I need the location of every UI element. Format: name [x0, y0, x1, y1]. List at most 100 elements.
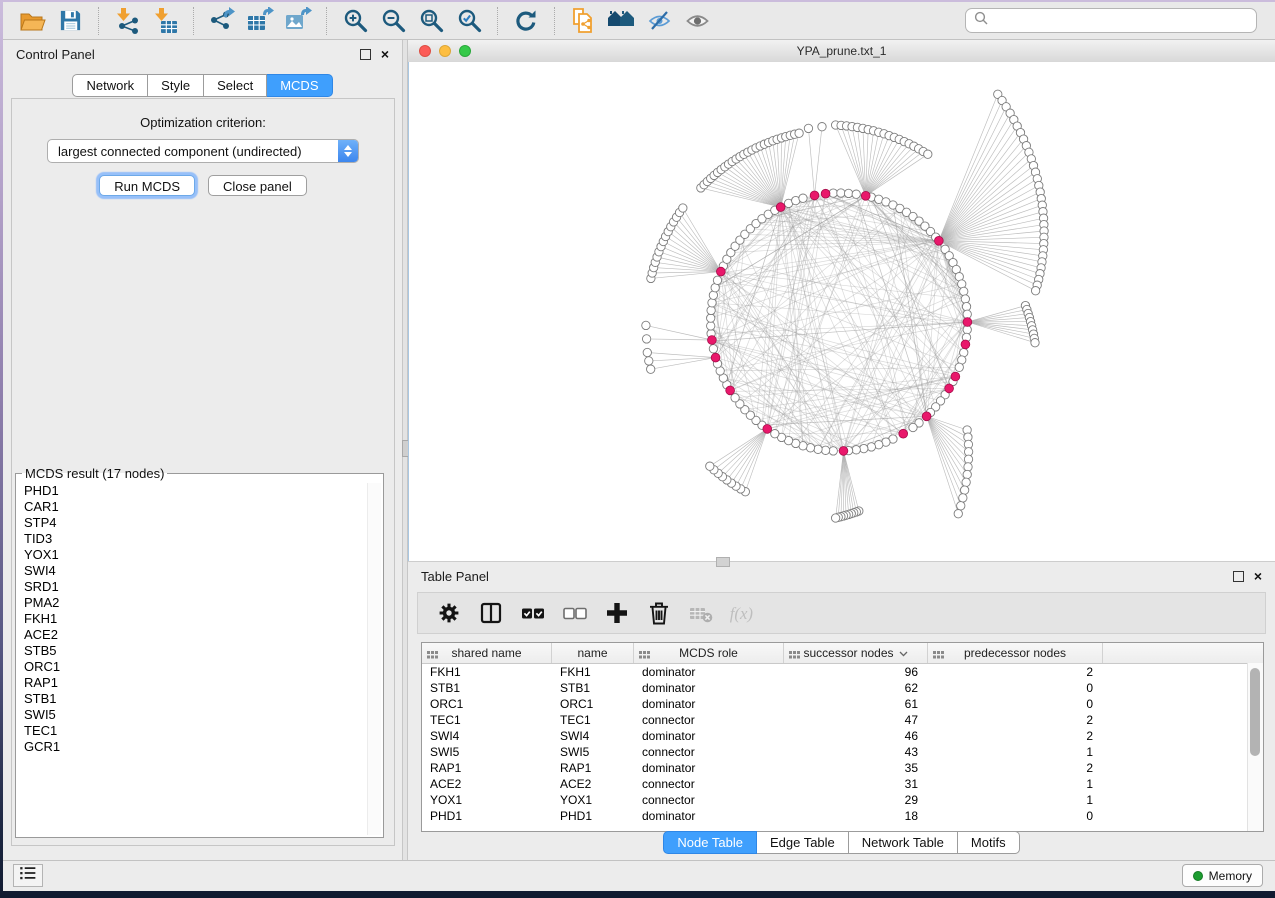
- table-row[interactable]: ACE2ACE2connector311: [422, 776, 1263, 792]
- table-row[interactable]: ORC1ORC1dominator610: [422, 696, 1263, 712]
- table-cell[interactable]: 46: [784, 728, 928, 744]
- table-cell[interactable]: 18: [784, 808, 928, 824]
- search-box[interactable]: [965, 8, 1257, 33]
- first-neighbors-icon[interactable]: [606, 7, 636, 35]
- close-table-panel-icon[interactable]: ×: [1254, 571, 1262, 581]
- table-cell[interactable]: ACE2: [422, 776, 552, 792]
- table-cell[interactable]: STB1: [422, 680, 552, 696]
- close-panel-icon[interactable]: ×: [381, 49, 389, 59]
- delete-column-icon[interactable]: [644, 599, 674, 627]
- mcds-result-item[interactable]: TID3: [24, 531, 367, 547]
- table-cell[interactable]: connector: [634, 792, 784, 808]
- table-cell[interactable]: 31: [784, 776, 928, 792]
- table-cell[interactable]: SWI5: [422, 744, 552, 760]
- tab-motifs[interactable]: Motifs: [958, 831, 1020, 854]
- mcds-result-item[interactable]: GCR1: [24, 739, 367, 755]
- mcds-result-item[interactable]: FKH1: [24, 611, 367, 627]
- table-row[interactable]: STB1STB1dominator620: [422, 680, 1263, 696]
- table-cell[interactable]: FKH1: [422, 664, 552, 680]
- table-cell[interactable]: ORC1: [422, 696, 552, 712]
- mcds-result-item[interactable]: SRD1: [24, 579, 367, 595]
- table-cell[interactable]: TEC1: [552, 712, 634, 728]
- table-row[interactable]: TEC1TEC1connector472: [422, 712, 1263, 728]
- column-header-MCDS-role[interactable]: MCDS role: [634, 643, 784, 663]
- table-row[interactable]: FKH1FKH1dominator962: [422, 664, 1263, 680]
- table-cell[interactable]: 2: [928, 728, 1103, 744]
- table-cell[interactable]: connector: [634, 776, 784, 792]
- table-row[interactable]: SWI4SWI4dominator462: [422, 728, 1263, 744]
- table-cell[interactable]: 0: [928, 680, 1103, 696]
- table-cell[interactable]: RAP1: [422, 760, 552, 776]
- table-cell[interactable]: 61: [784, 696, 928, 712]
- table-cell[interactable]: 2: [928, 760, 1103, 776]
- table-cell[interactable]: SWI4: [422, 728, 552, 744]
- import-table-icon[interactable]: [150, 7, 180, 35]
- show-all-icon[interactable]: [682, 7, 712, 35]
- table-cell[interactable]: PHD1: [552, 808, 634, 824]
- mcds-result-item[interactable]: STB1: [24, 691, 367, 707]
- table-cell[interactable]: 1: [928, 792, 1103, 808]
- open-folder-icon[interactable]: [17, 7, 47, 35]
- column-layout-icon[interactable]: [476, 599, 506, 627]
- table-row[interactable]: YOX1YOX1connector291: [422, 792, 1263, 808]
- column-header-name[interactable]: name: [552, 643, 634, 663]
- table-cell[interactable]: 2: [928, 664, 1103, 680]
- table-cell[interactable]: TEC1: [422, 712, 552, 728]
- table-cell[interactable]: dominator: [634, 808, 784, 824]
- zoom-selected-icon[interactable]: [454, 7, 484, 35]
- network-window-titlebar[interactable]: YPA_prune.txt_1: [408, 40, 1275, 63]
- table-cell[interactable]: 1: [928, 776, 1103, 792]
- table-cell[interactable]: 2: [928, 712, 1103, 728]
- sort-chevron-icon[interactable]: [899, 646, 908, 660]
- table-cell[interactable]: 47: [784, 712, 928, 728]
- close-panel-button[interactable]: Close panel: [208, 175, 307, 196]
- mcds-result-item[interactable]: ACE2: [24, 627, 367, 643]
- mcds-result-item[interactable]: YOX1: [24, 547, 367, 563]
- float-panel-icon[interactable]: [360, 49, 371, 60]
- mcds-result-list[interactable]: PHD1CAR1STP4TID3YOX1SWI4SRD1PMA2FKH1ACE2…: [16, 483, 367, 835]
- table-cell[interactable]: dominator: [634, 664, 784, 680]
- table-cell[interactable]: FKH1: [552, 664, 634, 680]
- mcds-result-item[interactable]: ORC1: [24, 659, 367, 675]
- select-all-icon[interactable]: [518, 599, 548, 627]
- tab-select[interactable]: Select: [204, 74, 267, 97]
- criterion-dropdown[interactable]: largest connected component (undirected): [47, 139, 359, 163]
- table-cell[interactable]: connector: [634, 712, 784, 728]
- export-network-icon[interactable]: [207, 7, 237, 35]
- clone-network-icon[interactable]: [568, 7, 598, 35]
- table-cell[interactable]: 1: [928, 744, 1103, 760]
- search-input[interactable]: [994, 13, 1248, 29]
- export-image-icon[interactable]: [283, 7, 313, 35]
- mcds-result-item[interactable]: TEC1: [24, 723, 367, 739]
- tab-node-table[interactable]: Node Table: [663, 831, 757, 854]
- table-cell[interactable]: STB1: [552, 680, 634, 696]
- mcds-result-item[interactable]: PHD1: [24, 483, 367, 499]
- mcds-result-item[interactable]: STB5: [24, 643, 367, 659]
- column-header-successor-nodes[interactable]: successor nodes: [784, 643, 928, 663]
- mcds-result-item[interactable]: PMA2: [24, 595, 367, 611]
- mcds-result-item[interactable]: RAP1: [24, 675, 367, 691]
- zoom-fit-icon[interactable]: [416, 7, 446, 35]
- mcds-result-item[interactable]: STP4: [24, 515, 367, 531]
- zoom-in-icon[interactable]: [340, 7, 370, 35]
- table-row[interactable]: PHD1PHD1dominator180: [422, 808, 1263, 824]
- mcds-result-item[interactable]: SWI5: [24, 707, 367, 723]
- tab-network[interactable]: Network: [72, 74, 148, 97]
- table-cell[interactable]: 0: [928, 696, 1103, 712]
- mcds-list-scrollbar[interactable]: [367, 483, 381, 835]
- export-table-icon[interactable]: [245, 7, 275, 35]
- table-cell[interactable]: 29: [784, 792, 928, 808]
- mcds-result-item[interactable]: SWI4: [24, 563, 367, 579]
- refresh-icon[interactable]: [511, 7, 541, 35]
- table-cell[interactable]: connector: [634, 744, 784, 760]
- deselect-all-icon[interactable]: [560, 599, 590, 627]
- table-cell[interactable]: YOX1: [422, 792, 552, 808]
- table-cell[interactable]: YOX1: [552, 792, 634, 808]
- horizontal-splitter-grip[interactable]: [716, 557, 730, 567]
- add-column-icon[interactable]: [602, 599, 632, 627]
- network-canvas[interactable]: [408, 62, 1275, 561]
- memory-button[interactable]: Memory: [1182, 864, 1263, 887]
- table-cell[interactable]: 35: [784, 760, 928, 776]
- tab-style[interactable]: Style: [148, 74, 204, 97]
- table-cell[interactable]: dominator: [634, 728, 784, 744]
